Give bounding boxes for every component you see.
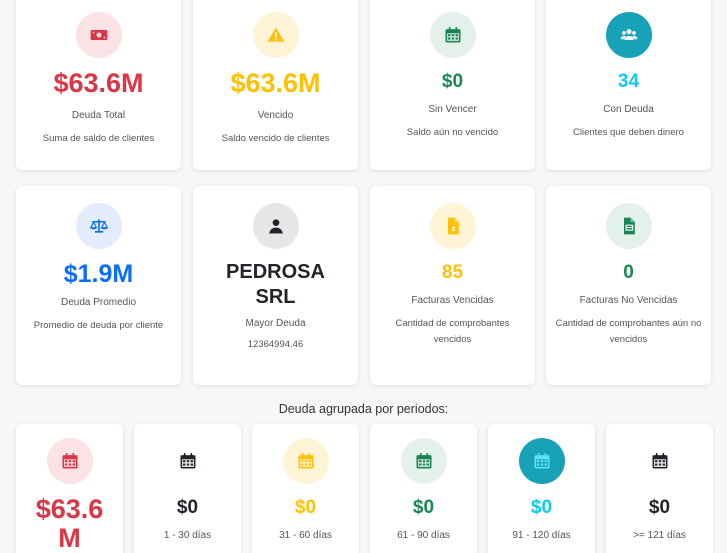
facturas-vencidas-label: Facturas Vencidas [411, 295, 494, 306]
card-con-deuda: 34 Con Deuda Clientes que deben dinero [546, 0, 711, 170]
user-icon [252, 203, 299, 249]
period-121-plus-value: $0 [648, 497, 671, 518]
deuda-total-desc: Suma de saldo de clientes [42, 133, 155, 144]
period-91-120-label: 91 - 120 días [512, 530, 571, 541]
deuda-total-label: Deuda Total [71, 110, 126, 121]
con-deuda-value: 34 [617, 71, 640, 92]
warning-icon [252, 12, 299, 58]
card-deuda-total: $63.6M Deuda Total Suma de saldo de clie… [16, 0, 181, 170]
svg-text:$: $ [451, 226, 455, 233]
period-61-90-label: 61 - 90 días [397, 530, 450, 541]
con-deuda-label: Con Deuda [603, 104, 654, 115]
vencido-desc: Saldo vencido de clientes [221, 133, 330, 144]
facturas-vencidas-desc-2: vencidos [433, 334, 472, 345]
calendar-icon [637, 438, 683, 484]
card-mayor-deuda: PEDROSA SRL Mayor Deuda 12364994.46 [193, 186, 358, 385]
mayor-deuda-amount: 12364994.46 [247, 339, 304, 350]
calendar-icon [165, 438, 211, 484]
period-31-60-value: $0 [294, 497, 317, 518]
card-sin-vencer: $0 Sin Vencer Saldo aún no vencido [370, 0, 535, 170]
users-icon [605, 12, 652, 58]
facturas-no-vencidas-desc-1: Cantidad de comprobantes aún no [555, 318, 702, 329]
deuda-promedio-value: $1.9M [63, 260, 134, 288]
period-card-91-120: $0 91 - 120 días [488, 424, 595, 553]
facturas-vencidas-value: 85 [441, 262, 464, 283]
period-121-plus-label: >= 121 días [633, 530, 686, 541]
sin-vencer-value: $0 [441, 71, 464, 92]
calendar-icon [282, 438, 329, 484]
calendar-icon [518, 438, 565, 484]
period-card-121-plus: $0 >= 121 días [606, 424, 713, 553]
card-vencido: $63.6M Vencido Saldo vencido de clientes [193, 0, 358, 170]
period-total-value-line1: $63.6 [35, 494, 104, 524]
card-facturas-vencidas: $ 85 Facturas Vencidas Cantidad de compr… [370, 186, 535, 385]
vencido-value: $63.6M [230, 68, 321, 98]
card-facturas-no-vencidas: 0 Facturas No Vencidas Cantidad de compr… [546, 186, 711, 385]
money-bill-icon [75, 12, 122, 58]
facturas-no-vencidas-value: 0 [623, 262, 634, 283]
period-31-60-label: 31 - 60 días [279, 530, 332, 541]
card-deuda-promedio: $1.9M Deuda Promedio Promedio de deuda p… [16, 186, 181, 385]
period-91-120-value: $0 [530, 497, 553, 518]
period-card-31-60: $0 31 - 60 días [252, 424, 359, 553]
mayor-deuda-label: Mayor Deuda [245, 318, 306, 329]
sin-vencer-desc: Saldo aún no vencido [406, 127, 499, 138]
invoice-icon [605, 203, 652, 249]
deuda-promedio-label: Deuda Promedio [60, 297, 137, 308]
mayor-deuda-value-line1: PEDROSA [226, 261, 325, 283]
sin-vencer-label: Sin Vencer [428, 104, 477, 115]
period-card-total: $63.6 M [16, 424, 123, 553]
period-card-1-30: $0 1 - 30 días [134, 424, 241, 553]
invoice-dollar-icon: $ [429, 203, 476, 249]
period-card-61-90: $0 61 - 90 días [370, 424, 477, 553]
period-total-value-line2: M [58, 523, 81, 553]
period-1-30-value: $0 [176, 497, 199, 518]
deuda-promedio-desc: Promedio de deuda por cliente [33, 320, 164, 331]
deuda-total-value: $63.6M [53, 68, 144, 98]
period-1-30-label: 1 - 30 días [163, 530, 212, 541]
scale-icon [75, 203, 122, 249]
facturas-vencidas-desc-1: Cantidad de comprobantes [395, 318, 510, 329]
mayor-deuda-value-line2: SRL [255, 286, 296, 308]
period-61-90-value: $0 [412, 497, 435, 518]
con-deuda-desc: Clientes que deben dinero [573, 127, 684, 138]
calendar-icon [400, 438, 447, 484]
facturas-no-vencidas-label: Facturas No Vencidas [579, 295, 678, 306]
facturas-no-vencidas-desc-2: vencidos [609, 334, 648, 345]
periods-title: Deuda agrupada por periodos: [278, 402, 449, 416]
vencido-label: Vencido [257, 110, 294, 121]
calendar-icon [46, 438, 93, 484]
calendar-icon [429, 12, 476, 58]
